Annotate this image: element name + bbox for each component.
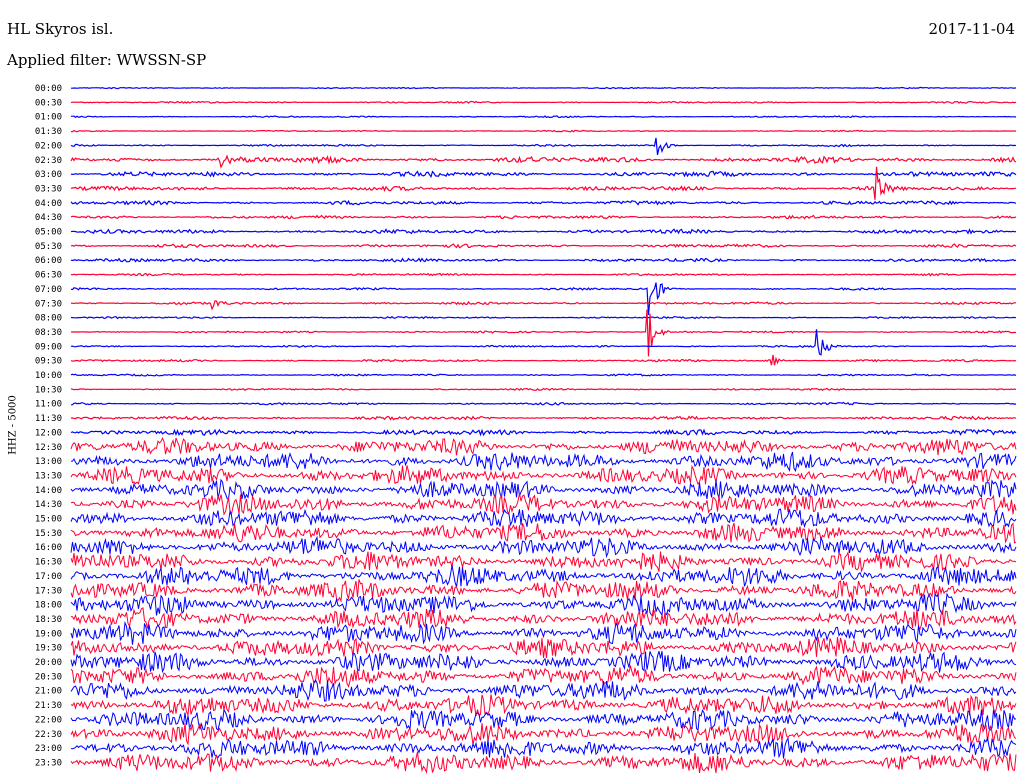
trace-1030 <box>70 387 1017 392</box>
trace-0330 <box>70 166 1016 200</box>
time-label: 14:00 <box>35 486 62 496</box>
trace-1130 <box>70 415 1017 421</box>
trace-0400 <box>70 199 1017 206</box>
trace-1600 <box>70 535 1017 559</box>
trace-1430 <box>70 493 1017 516</box>
trace-0230 <box>70 154 1017 169</box>
trace-1300 <box>70 451 1017 473</box>
trace-0200 <box>70 137 1017 156</box>
time-label: 21:00 <box>35 687 62 697</box>
time-label: 15:00 <box>35 515 62 525</box>
time-label: 08:30 <box>35 328 62 338</box>
trace-2230 <box>70 722 1017 746</box>
time-label: 14:30 <box>35 500 62 510</box>
trace-1330 <box>70 464 1017 486</box>
trace-1930 <box>70 636 1017 659</box>
trace-layer <box>70 86 1017 775</box>
time-label: 22:00 <box>35 715 62 725</box>
trace-0630 <box>70 272 1017 277</box>
time-label: 13:30 <box>35 471 62 481</box>
trace-1900 <box>70 620 1017 645</box>
time-label: 17:00 <box>35 572 62 582</box>
trace-1500 <box>70 508 1017 529</box>
trace-0730 <box>70 300 1016 311</box>
trace-0700 <box>70 282 1016 316</box>
time-label: 02:30 <box>35 156 62 166</box>
time-label: 05:30 <box>35 242 62 252</box>
trace-1830 <box>70 607 1017 631</box>
time-label: 13:00 <box>35 457 62 467</box>
time-label: 01:00 <box>35 113 62 123</box>
time-label: 18:00 <box>35 601 62 611</box>
trace-1000 <box>70 373 1017 377</box>
time-label: 19:00 <box>35 629 62 639</box>
time-label: 06:30 <box>35 271 62 281</box>
time-label: 11:30 <box>35 414 62 424</box>
time-label: 09:00 <box>35 342 62 352</box>
trace-2130 <box>70 694 1017 717</box>
trace-0430 <box>70 214 1017 220</box>
trace-1200 <box>70 428 1017 437</box>
time-label: 20:30 <box>35 672 62 682</box>
trace-0130 <box>71 129 1017 133</box>
time-label: 07:30 <box>35 299 62 309</box>
time-label: 18:30 <box>35 615 62 625</box>
trace-1630 <box>70 550 1017 573</box>
time-label: 23:30 <box>35 758 62 768</box>
time-label: 05:00 <box>35 228 62 238</box>
trace-0900 <box>70 329 1017 356</box>
time-label: 20:00 <box>35 658 62 668</box>
time-label: 07:00 <box>35 285 62 295</box>
time-label: 19:30 <box>35 644 62 654</box>
trace-0100 <box>70 115 1016 119</box>
time-label: 01:30 <box>35 127 62 137</box>
time-label: 12:00 <box>35 428 62 438</box>
time-label: 21:30 <box>35 701 62 711</box>
time-label: 16:00 <box>35 543 62 553</box>
time-label-layer: 00:00 00:30 01:00 01:30 02:00 02:30 03:00 03:30… <box>35 84 62 768</box>
time-label: 03:00 <box>35 170 62 180</box>
time-label: 08:00 <box>35 314 62 324</box>
trace-1530 <box>70 522 1017 544</box>
trace-0300 <box>70 170 1017 179</box>
time-label: 10:30 <box>35 385 62 395</box>
seismogram-plot: 00:00 00:30 01:00 01:30 02:00 02:30 03:00 03:30… <box>35 84 1017 775</box>
time-label: 00:30 <box>35 98 62 108</box>
trace-1100 <box>70 401 1017 406</box>
time-label: 04:00 <box>35 199 62 209</box>
time-label: 02:00 <box>35 141 62 151</box>
trace-0530 <box>70 243 1017 249</box>
trace-2100 <box>70 679 1017 702</box>
trace-0600 <box>70 257 1017 263</box>
trace-1730 <box>70 579 1017 603</box>
trace-0930 <box>70 354 1017 366</box>
time-label: 09:30 <box>35 357 62 367</box>
time-label: 04:30 <box>35 213 62 223</box>
time-label: 06:00 <box>35 256 62 266</box>
time-label: 15:30 <box>35 529 62 539</box>
time-label: 22:30 <box>35 730 62 740</box>
time-label: 16:30 <box>35 558 62 568</box>
trace-2300 <box>70 736 1017 759</box>
trace-1700 <box>70 565 1017 587</box>
time-label: 17:30 <box>35 586 62 596</box>
trace-1400 <box>70 478 1017 501</box>
trace-0030 <box>70 100 1017 104</box>
time-label: 11:00 <box>35 400 62 410</box>
time-label: 03:30 <box>35 184 62 194</box>
time-label: 00:00 <box>35 84 62 94</box>
time-label: 10:00 <box>35 371 62 381</box>
trace-0000 <box>71 86 1017 90</box>
time-label: 23:00 <box>35 744 62 754</box>
trace-1230 <box>70 436 1017 456</box>
trace-0500 <box>70 228 1017 235</box>
trace-0800 <box>70 315 1017 320</box>
time-label: 12:30 <box>35 443 62 453</box>
